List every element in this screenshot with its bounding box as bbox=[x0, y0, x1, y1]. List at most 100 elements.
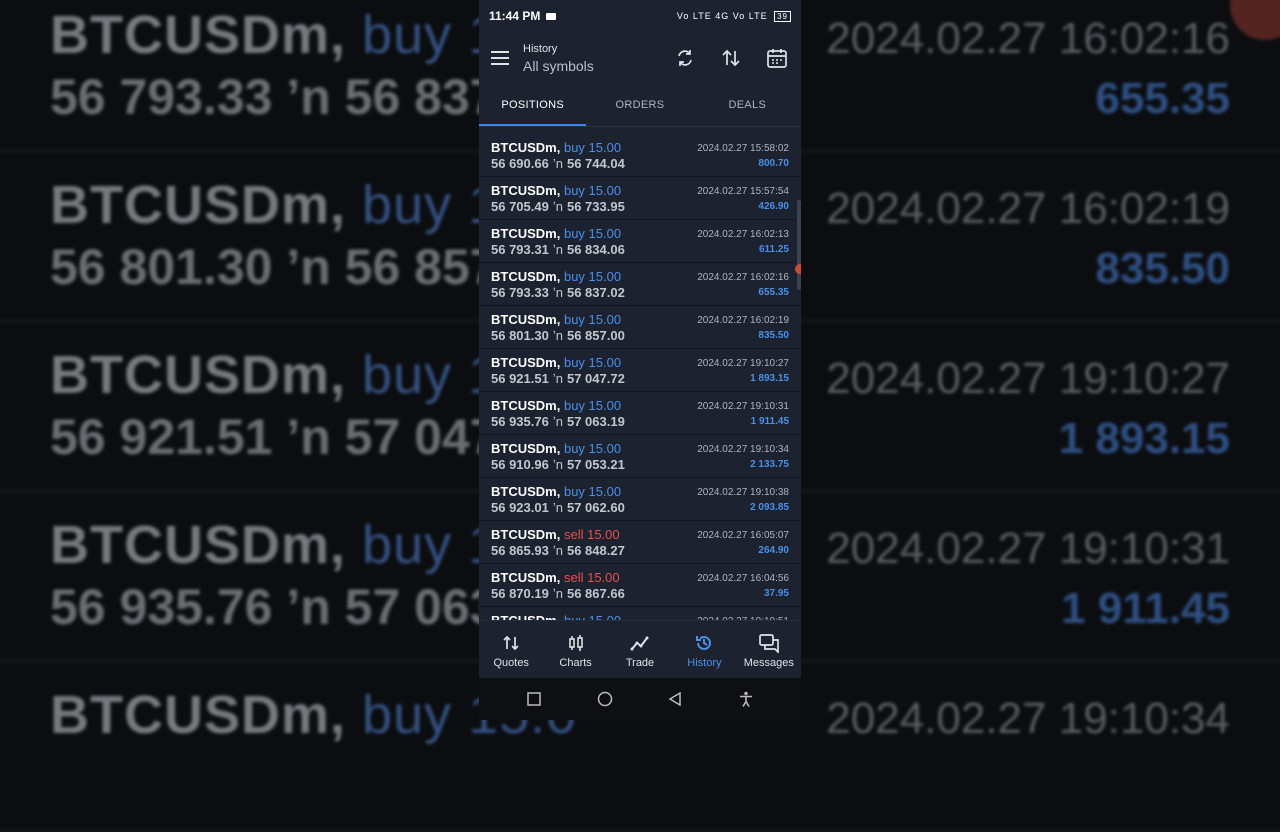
network-status: Vo LTE 4G Vo LTE bbox=[676, 10, 768, 21]
position-row[interactable]: BTCUSDm, buy 15.00 56 801.30 ʼn 56 857.00 20… bbox=[479, 306, 801, 349]
open-price: 56 705.49 bbox=[491, 199, 549, 214]
tab-orders[interactable]: ORDERS bbox=[586, 84, 693, 126]
arrow-icon: ʼn bbox=[552, 543, 563, 558]
position-title: BTCUSDm, buy 15.00 bbox=[491, 183, 621, 198]
position-time: 2024.02.27 16:02:19 bbox=[697, 315, 789, 326]
arrow-icon: ʼn bbox=[552, 199, 563, 214]
close-price: 56 834.06 bbox=[566, 242, 625, 257]
bg-row-time: 2024.02.27 19:10:27 bbox=[826, 354, 1230, 403]
position-prices: 56 705.49 ʼn 56 733.95 bbox=[491, 199, 625, 214]
position-prices: 56 935.76 ʼn 57 063.19 bbox=[491, 414, 625, 429]
close-price: 56 733.95 bbox=[566, 199, 625, 214]
position-symbol: BTCUSDm, bbox=[491, 226, 561, 241]
position-time: 2024.02.27 15:57:54 bbox=[697, 186, 789, 197]
nav-charts[interactable]: Charts bbox=[543, 621, 607, 679]
positions-list[interactable]: BTCUSDm, buy 15.00 56 690.66 ʼn 56 744.04 20… bbox=[479, 134, 801, 620]
position-row[interactable]: BTCUSDm, buy 15.00 56 923.01 ʼn 57 062.60 20… bbox=[479, 478, 801, 521]
accessibility-icon[interactable] bbox=[735, 688, 757, 710]
battery-icon: 39 bbox=[774, 10, 791, 22]
position-row[interactable]: BTCUSDm, buy 15.00 56 705.49 ʼn 56 733.95 20… bbox=[479, 177, 801, 220]
open-price: 56 793.33 bbox=[491, 285, 549, 300]
position-time: 2024.02.27 16:05:07 bbox=[697, 530, 789, 541]
refresh-icon[interactable] bbox=[673, 46, 697, 70]
position-volume: buy 15.00 bbox=[563, 226, 622, 241]
close-price: 56 744.04 bbox=[566, 156, 625, 171]
position-time: 2024.02.27 16:04:56 bbox=[697, 573, 789, 584]
position-row[interactable]: BTCUSDm, buy 15.00 56 793.33 ʼn 56 837.02 20… bbox=[479, 263, 801, 306]
bg-row-prices: 56 793.33 ʼn 56 837 bbox=[50, 69, 498, 125]
position-symbol: BTCUSDm, bbox=[491, 355, 561, 370]
tab-deals[interactable]: DEALS bbox=[694, 84, 801, 126]
nav-trade[interactable]: Trade bbox=[608, 621, 672, 679]
menu-icon[interactable] bbox=[491, 51, 509, 65]
position-symbol: BTCUSDm, bbox=[491, 398, 561, 413]
nav-quotes[interactable]: Quotes bbox=[479, 621, 543, 679]
bottom-navigation: Quotes Charts Trade History Messages bbox=[479, 620, 801, 679]
position-prices: 56 793.31 ʼn 56 834.06 bbox=[491, 242, 625, 257]
position-title: BTCUSDm, buy 15.00 bbox=[491, 441, 621, 456]
home-icon[interactable] bbox=[594, 688, 616, 710]
nav-label: Messages bbox=[743, 656, 794, 669]
position-volume: sell 15.00 bbox=[563, 527, 620, 542]
charts-icon bbox=[567, 632, 585, 654]
position-row[interactable]: BTCUSDm, buy 15.00 56 690.66 ʼn 56 744.04 20… bbox=[479, 134, 801, 177]
position-row[interactable]: BTCUSDm, buy 15.00 56 793.31 ʼn 56 834.06 20… bbox=[479, 220, 801, 263]
nav-label: Quotes bbox=[493, 656, 529, 669]
nav-history[interactable]: History bbox=[672, 621, 736, 679]
scrollbar[interactable] bbox=[797, 200, 801, 290]
position-volume: buy 15.00 bbox=[563, 183, 622, 198]
system-navigation bbox=[479, 678, 801, 720]
position-row[interactable]: BTCUSDm, sell 15.00 56 870.19 ʼn 56 867.66 2… bbox=[479, 564, 801, 607]
position-time: 2024.02.27 16:02:16 bbox=[697, 272, 789, 283]
back-icon[interactable] bbox=[664, 688, 686, 710]
position-volume: buy 15.00 bbox=[563, 269, 622, 284]
position-title: BTCUSDm, buy 15.00 bbox=[491, 613, 621, 620]
bg-row-profit: 1 911.45 bbox=[1061, 584, 1230, 633]
position-prices: 56 923.01 ʼn 57 062.60 bbox=[491, 500, 625, 515]
position-row[interactable]: BTCUSDm, buy 15.002024.02.27 19:10:51 bbox=[479, 607, 801, 620]
position-prices: 56 870.19 ʼn 56 867.66 bbox=[491, 586, 625, 601]
sort-icon[interactable] bbox=[719, 46, 743, 70]
close-price: 56 857.00 bbox=[566, 328, 625, 343]
position-title: BTCUSDm, buy 15.00 bbox=[491, 140, 621, 155]
position-profit: 2 093.85 bbox=[750, 502, 789, 513]
open-price: 56 870.19 bbox=[491, 586, 549, 601]
status-indicators: Vo LTE 4G Vo LTE 39 bbox=[676, 10, 791, 22]
calendar-icon[interactable] bbox=[765, 46, 789, 70]
nav-label: History bbox=[687, 656, 722, 669]
position-prices: 56 865.93 ʼn 56 848.27 bbox=[491, 543, 625, 558]
tab-positions[interactable]: POSITIONS bbox=[479, 84, 587, 126]
close-price: 56 867.66 bbox=[566, 586, 625, 601]
position-time: 2024.02.27 19:10:31 bbox=[697, 401, 789, 412]
nav-messages[interactable]: Messages bbox=[737, 621, 801, 679]
position-row[interactable]: BTCUSDm, buy 15.00 56 910.96 ʼn 57 053.21 20… bbox=[479, 435, 801, 478]
position-time: 2024.02.27 19:10:34 bbox=[697, 444, 789, 455]
bg-row-time: 2024.02.27 19:10:34 bbox=[826, 694, 1230, 743]
bg-row-prices: 56 935.76 ʼn 57 063 bbox=[50, 579, 498, 635]
open-price: 56 910.96 bbox=[491, 457, 549, 472]
position-row[interactable]: BTCUSDm, sell 15.00 56 865.93 ʼn 56 848.27 2… bbox=[479, 521, 801, 564]
arrow-icon: ʼn bbox=[552, 457, 563, 472]
close-price: 57 062.60 bbox=[566, 500, 625, 515]
position-volume: buy 15.00 bbox=[563, 441, 622, 456]
video-record-icon bbox=[546, 12, 557, 20]
open-price: 56 923.01 bbox=[491, 500, 549, 515]
recents-icon[interactable] bbox=[523, 688, 545, 710]
position-profit: 37.95 bbox=[763, 588, 789, 599]
position-profit: 835.50 bbox=[758, 330, 789, 341]
position-symbol: BTCUSDm, bbox=[491, 140, 561, 155]
position-symbol: BTCUSDm, bbox=[491, 269, 561, 284]
history-icon bbox=[694, 632, 714, 654]
bg-row-profit: 1 893.15 bbox=[1058, 414, 1230, 463]
position-time: 2024.02.27 16:02:13 bbox=[697, 229, 789, 240]
position-volume: buy 15.00 bbox=[563, 312, 622, 327]
position-title: BTCUSDm, buy 15.00 bbox=[491, 226, 621, 241]
position-row[interactable]: BTCUSDm, buy 15.00 56 921.51 ʼn 57 047.72 20… bbox=[479, 349, 801, 392]
symbol-filter[interactable]: All symbols bbox=[523, 58, 594, 74]
close-price: 56 848.27 bbox=[566, 543, 625, 558]
position-row[interactable]: BTCUSDm, buy 15.00 56 935.76 ʼn 57 063.19 20… bbox=[479, 392, 801, 435]
open-price: 56 935.76 bbox=[491, 414, 549, 429]
nav-label: Trade bbox=[625, 656, 655, 669]
bg-row-profit: 655.35 bbox=[1095, 74, 1230, 123]
position-title: BTCUSDm, sell 15.00 bbox=[491, 570, 620, 585]
